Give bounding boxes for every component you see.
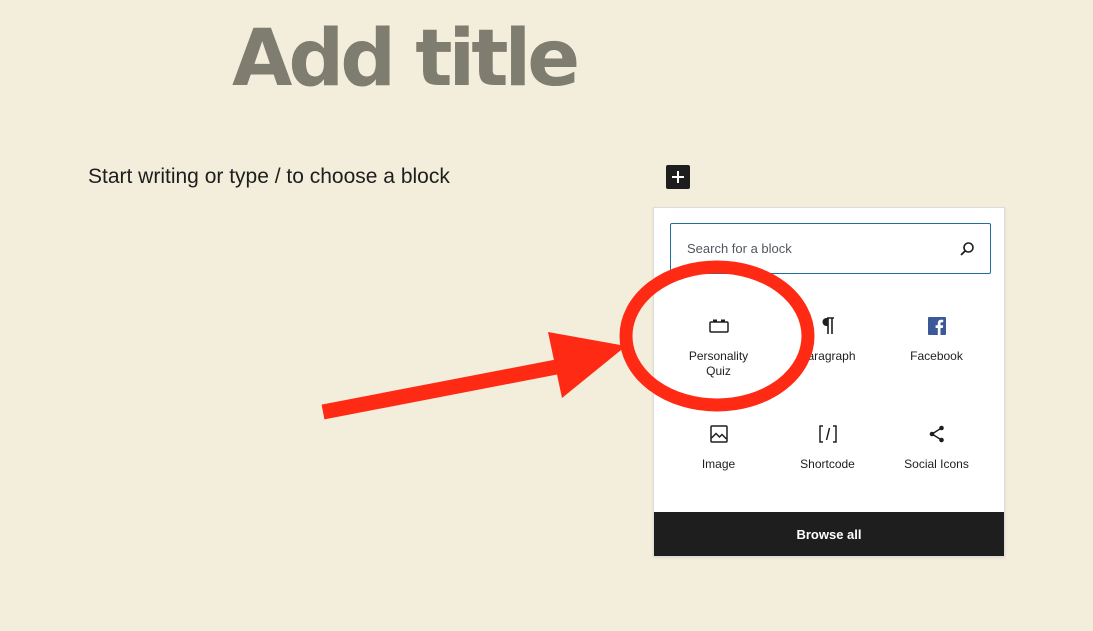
image-icon: [707, 422, 731, 446]
annotation-arrow-shaft: [321, 356, 574, 420]
block-label: Facebook: [910, 349, 963, 363]
block-shortcode[interactable]: Shortcode: [773, 404, 882, 512]
block-facebook[interactable]: Facebook: [882, 296, 991, 404]
block-label: Shortcode: [800, 457, 855, 471]
quiz-block-icon: [707, 314, 731, 338]
block-label: Personality Quiz: [688, 349, 749, 378]
annotation-arrow-head: [548, 332, 626, 398]
block-label: Paragraph: [799, 349, 856, 363]
block-search-box[interactable]: [670, 223, 991, 274]
block-grid: Personality Quiz Paragraph Facebook Imag…: [664, 296, 994, 512]
shortcode-icon: [816, 422, 840, 446]
block-inserter-popover: Personality Quiz Paragraph Facebook: [653, 207, 1005, 557]
browse-all-button[interactable]: Browse all: [654, 512, 1004, 556]
plus-icon: [672, 171, 684, 183]
block-search-input[interactable]: [687, 241, 958, 256]
block-paragraph[interactable]: Paragraph: [773, 296, 882, 404]
block-personality-quiz[interactable]: Personality Quiz: [664, 296, 773, 404]
facebook-icon: [925, 314, 949, 338]
share-icon: [925, 422, 949, 446]
search-icon[interactable]: [958, 240, 976, 258]
block-social-icons[interactable]: Social Icons: [882, 404, 991, 512]
block-label: Social Icons: [904, 457, 969, 471]
block-image[interactable]: Image: [664, 404, 773, 512]
add-block-button[interactable]: [666, 165, 690, 189]
post-title-placeholder[interactable]: Add title: [232, 14, 580, 104]
pilcrow-icon: [816, 314, 840, 338]
paragraph-placeholder[interactable]: Start writing or type / to choose a bloc…: [88, 165, 450, 189]
block-label: Image: [701, 457, 736, 471]
